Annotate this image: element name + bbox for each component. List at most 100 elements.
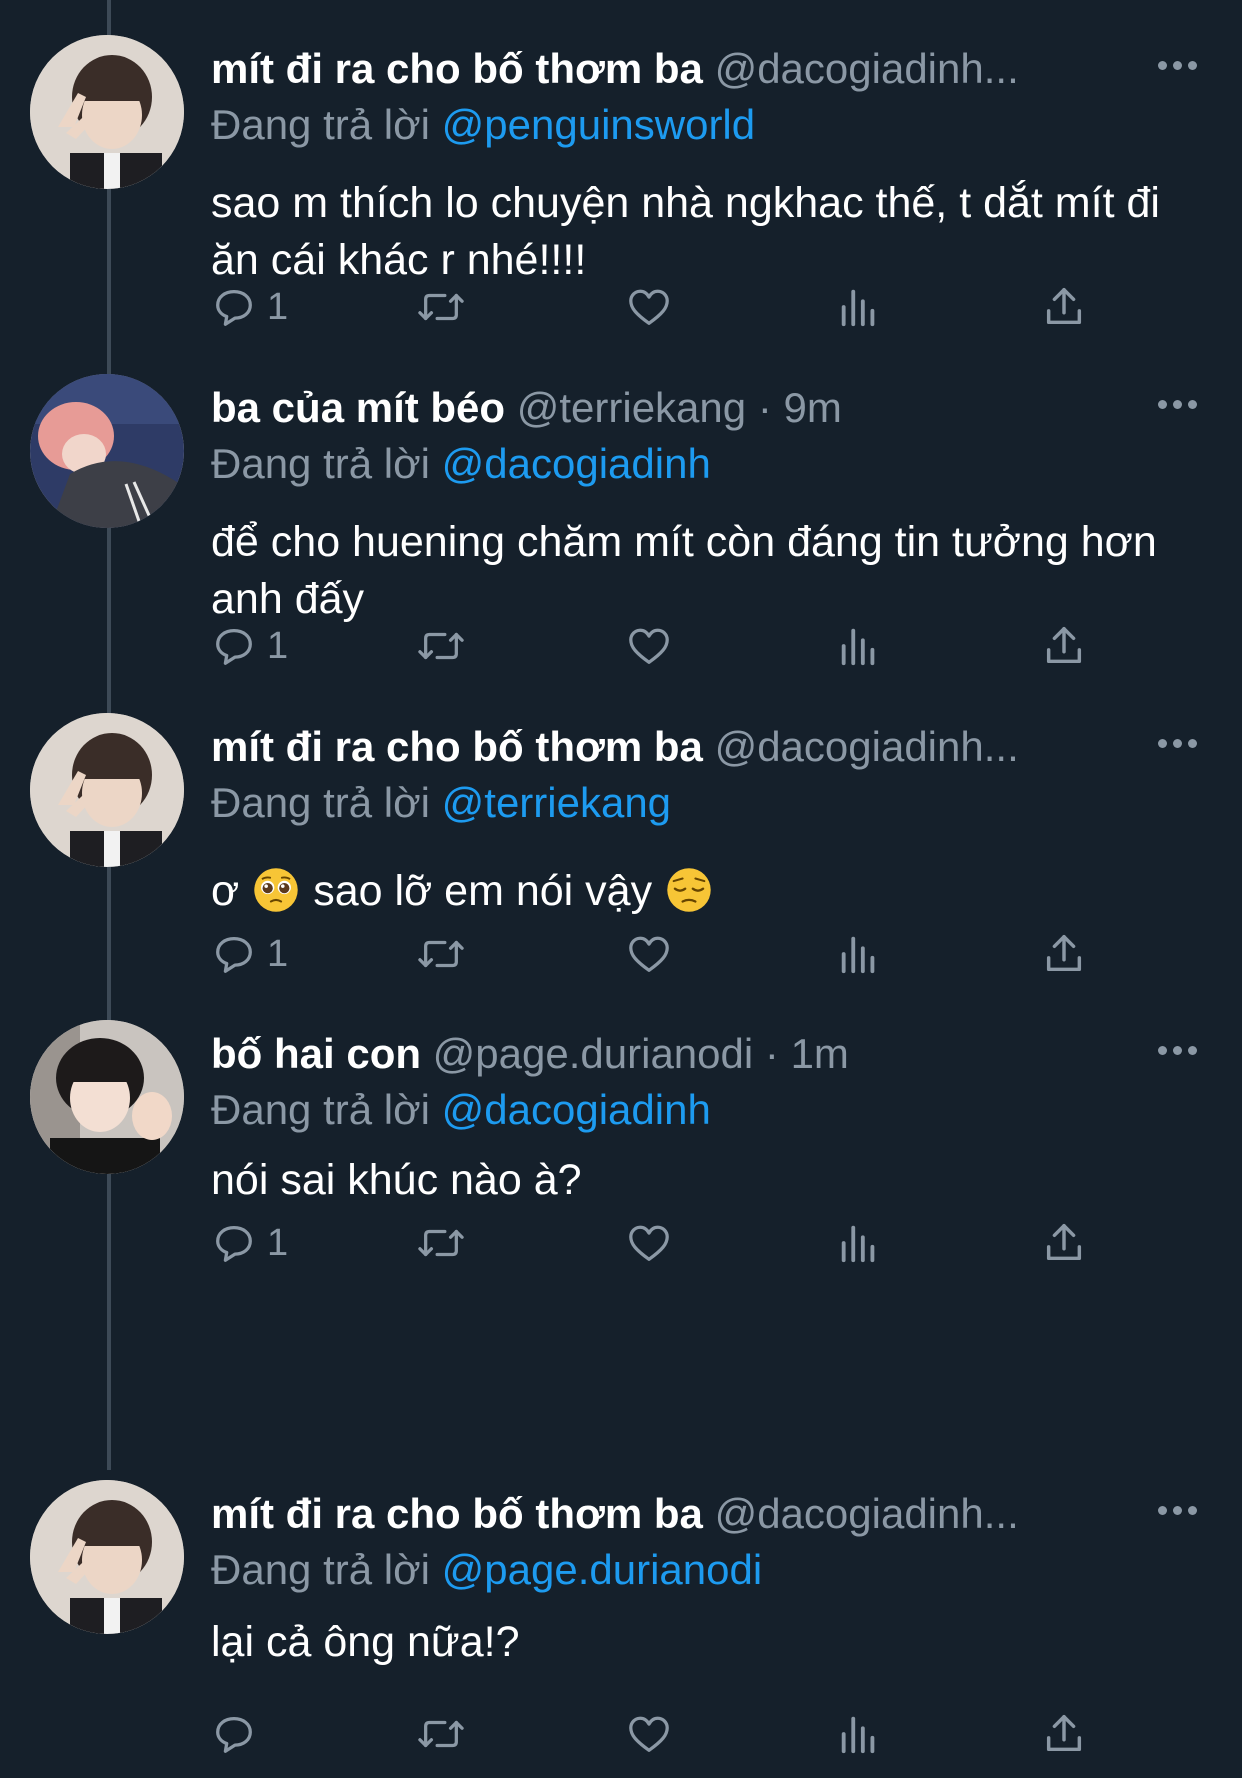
separator-dot: · <box>764 1030 779 1077</box>
share-icon <box>1046 935 1082 972</box>
display-name[interactable]: mít đi ra cho bố thơm ba <box>211 45 703 92</box>
timestamp[interactable]: 1m <box>791 1030 849 1077</box>
mention-link[interactable]: @dacogiadinh <box>442 440 711 487</box>
stats-icon <box>841 289 875 327</box>
reply-icon <box>216 290 252 326</box>
views-button[interactable] <box>836 621 882 671</box>
tweet[interactable]: mít đi ra cho bố thơm ba @dacogiadinh...… <box>0 1480 1242 1770</box>
replying-prefix: Đang trả lời <box>211 1546 430 1593</box>
replying-to: Đang trả lời @page.durianodi <box>211 1544 762 1596</box>
avatar[interactable] <box>30 1480 184 1634</box>
reply-button[interactable]: 1 <box>211 1218 288 1268</box>
action-bar: 1 <box>211 1218 1111 1268</box>
retweet-icon <box>418 1229 464 1257</box>
reply-icon <box>216 1226 252 1262</box>
reply-button[interactable]: 1 <box>211 621 288 671</box>
share-icon <box>1046 1715 1082 1752</box>
reply-button[interactable] <box>211 1709 267 1759</box>
handle[interactable]: @dacogiadinh... <box>715 45 1019 92</box>
replying-to: Đang trả lời @penguinsworld <box>211 99 755 151</box>
reply-icon <box>216 937 252 973</box>
display-name[interactable]: ba của mít béo <box>211 384 505 431</box>
avatar[interactable] <box>30 713 184 867</box>
like-button[interactable] <box>626 929 672 979</box>
views-button[interactable] <box>836 282 882 332</box>
stats-icon <box>841 936 875 974</box>
heart-icon <box>629 628 669 664</box>
retweet-button[interactable] <box>416 282 466 332</box>
tweet[interactable]: mít đi ra cho bố thơm ba @dacogiadinh...… <box>0 713 1242 1013</box>
tweet-text-part: sao lỡ em nói vậy <box>313 867 653 915</box>
reply-count: 1 <box>267 624 289 667</box>
tweet-header: mít đi ra cho bố thơm ba @dacogiadinh... <box>211 43 1141 95</box>
more-options-icon[interactable] <box>1158 400 1198 414</box>
retweet-button[interactable] <box>416 1709 466 1759</box>
avatar-boy-peace-sign-icon <box>30 713 184 867</box>
pensive-face-emoji-icon <box>667 868 711 912</box>
stats-icon <box>841 1225 875 1263</box>
more-options-icon[interactable] <box>1158 1506 1198 1520</box>
retweet-button[interactable] <box>416 929 466 979</box>
heart-icon <box>629 1225 669 1261</box>
heart-icon <box>629 1716 669 1752</box>
replying-to: Đang trả lời @terriekang <box>211 777 671 829</box>
tweet-header: mít đi ra cho bố thơm ba @dacogiadinh... <box>211 721 1141 773</box>
reply-button[interactable]: 1 <box>211 282 288 332</box>
tweet-text: ơ sao lỡ em nói vậy <box>211 863 1211 920</box>
like-button[interactable] <box>626 282 672 332</box>
timestamp[interactable]: 9m <box>783 384 841 431</box>
share-button[interactable] <box>1041 929 1087 979</box>
tweet[interactable]: mít đi ra cho bố thơm ba @dacogiadinh...… <box>0 35 1242 335</box>
tweet-header: bố hai con @page.durianodi · 1m <box>211 1028 1141 1080</box>
views-button[interactable] <box>836 929 882 979</box>
avatar-boy-peace-sign-icon <box>30 35 184 189</box>
action-bar <box>211 1709 1111 1759</box>
tweet[interactable]: ba của mít béo @terriekang · 9m Đang trả… <box>0 374 1242 674</box>
action-bar: 1 <box>211 282 1111 332</box>
reply-count: 1 <box>267 932 289 975</box>
handle[interactable]: @dacogiadinh... <box>715 723 1019 770</box>
display-name[interactable]: mít đi ra cho bố thơm ba <box>211 723 703 770</box>
like-button[interactable] <box>626 1709 672 1759</box>
replying-prefix: Đang trả lời <box>211 779 430 826</box>
share-button[interactable] <box>1041 1709 1087 1759</box>
replying-to: Đang trả lời @dacogiadinh <box>211 1084 711 1136</box>
display-name[interactable]: bố hai con <box>211 1030 421 1077</box>
views-button[interactable] <box>836 1218 882 1268</box>
display-name[interactable]: mít đi ra cho bố thơm ba <box>211 1490 703 1537</box>
share-icon <box>1046 288 1082 325</box>
mention-link[interactable]: @page.durianodi <box>442 1546 763 1593</box>
retweet-icon <box>418 293 464 321</box>
share-button[interactable] <box>1041 621 1087 671</box>
retweet-icon <box>418 940 464 968</box>
replying-to: Đang trả lời @dacogiadinh <box>211 438 711 490</box>
like-button[interactable] <box>626 621 672 671</box>
like-button[interactable] <box>626 1218 672 1268</box>
action-bar: 1 <box>211 929 1111 979</box>
mention-link[interactable]: @penguinsworld <box>442 101 755 148</box>
heart-icon <box>629 936 669 972</box>
mention-link[interactable]: @terriekang <box>442 779 671 826</box>
retweet-button[interactable] <box>416 621 466 671</box>
handle[interactable]: @dacogiadinh... <box>715 1490 1019 1537</box>
more-options-icon[interactable] <box>1158 739 1198 753</box>
share-button[interactable] <box>1041 1218 1087 1268</box>
share-button[interactable] <box>1041 282 1087 332</box>
avatar[interactable] <box>30 1020 184 1174</box>
tweet-text: lại cả ông nữa!? <box>211 1618 520 1666</box>
avatar-pink-hair-icon <box>30 374 184 528</box>
avatar[interactable] <box>30 35 184 189</box>
handle[interactable]: @page.durianodi <box>433 1030 754 1077</box>
avatar[interactable] <box>30 374 184 528</box>
views-button[interactable] <box>836 1709 882 1759</box>
retweet-button[interactable] <box>416 1218 466 1268</box>
tweet[interactable]: bố hai con @page.durianodi · 1m Đang trả… <box>0 1020 1242 1320</box>
stats-icon <box>841 628 875 666</box>
handle[interactable]: @terriekang <box>517 384 746 431</box>
share-icon <box>1046 627 1082 664</box>
reply-button[interactable]: 1 <box>211 929 288 979</box>
more-options-icon[interactable] <box>1158 61 1198 75</box>
mention-link[interactable]: @dacogiadinh <box>442 1086 711 1133</box>
avatar-boy-peace-sign-icon <box>30 1480 184 1634</box>
more-options-icon[interactable] <box>1158 1046 1198 1060</box>
